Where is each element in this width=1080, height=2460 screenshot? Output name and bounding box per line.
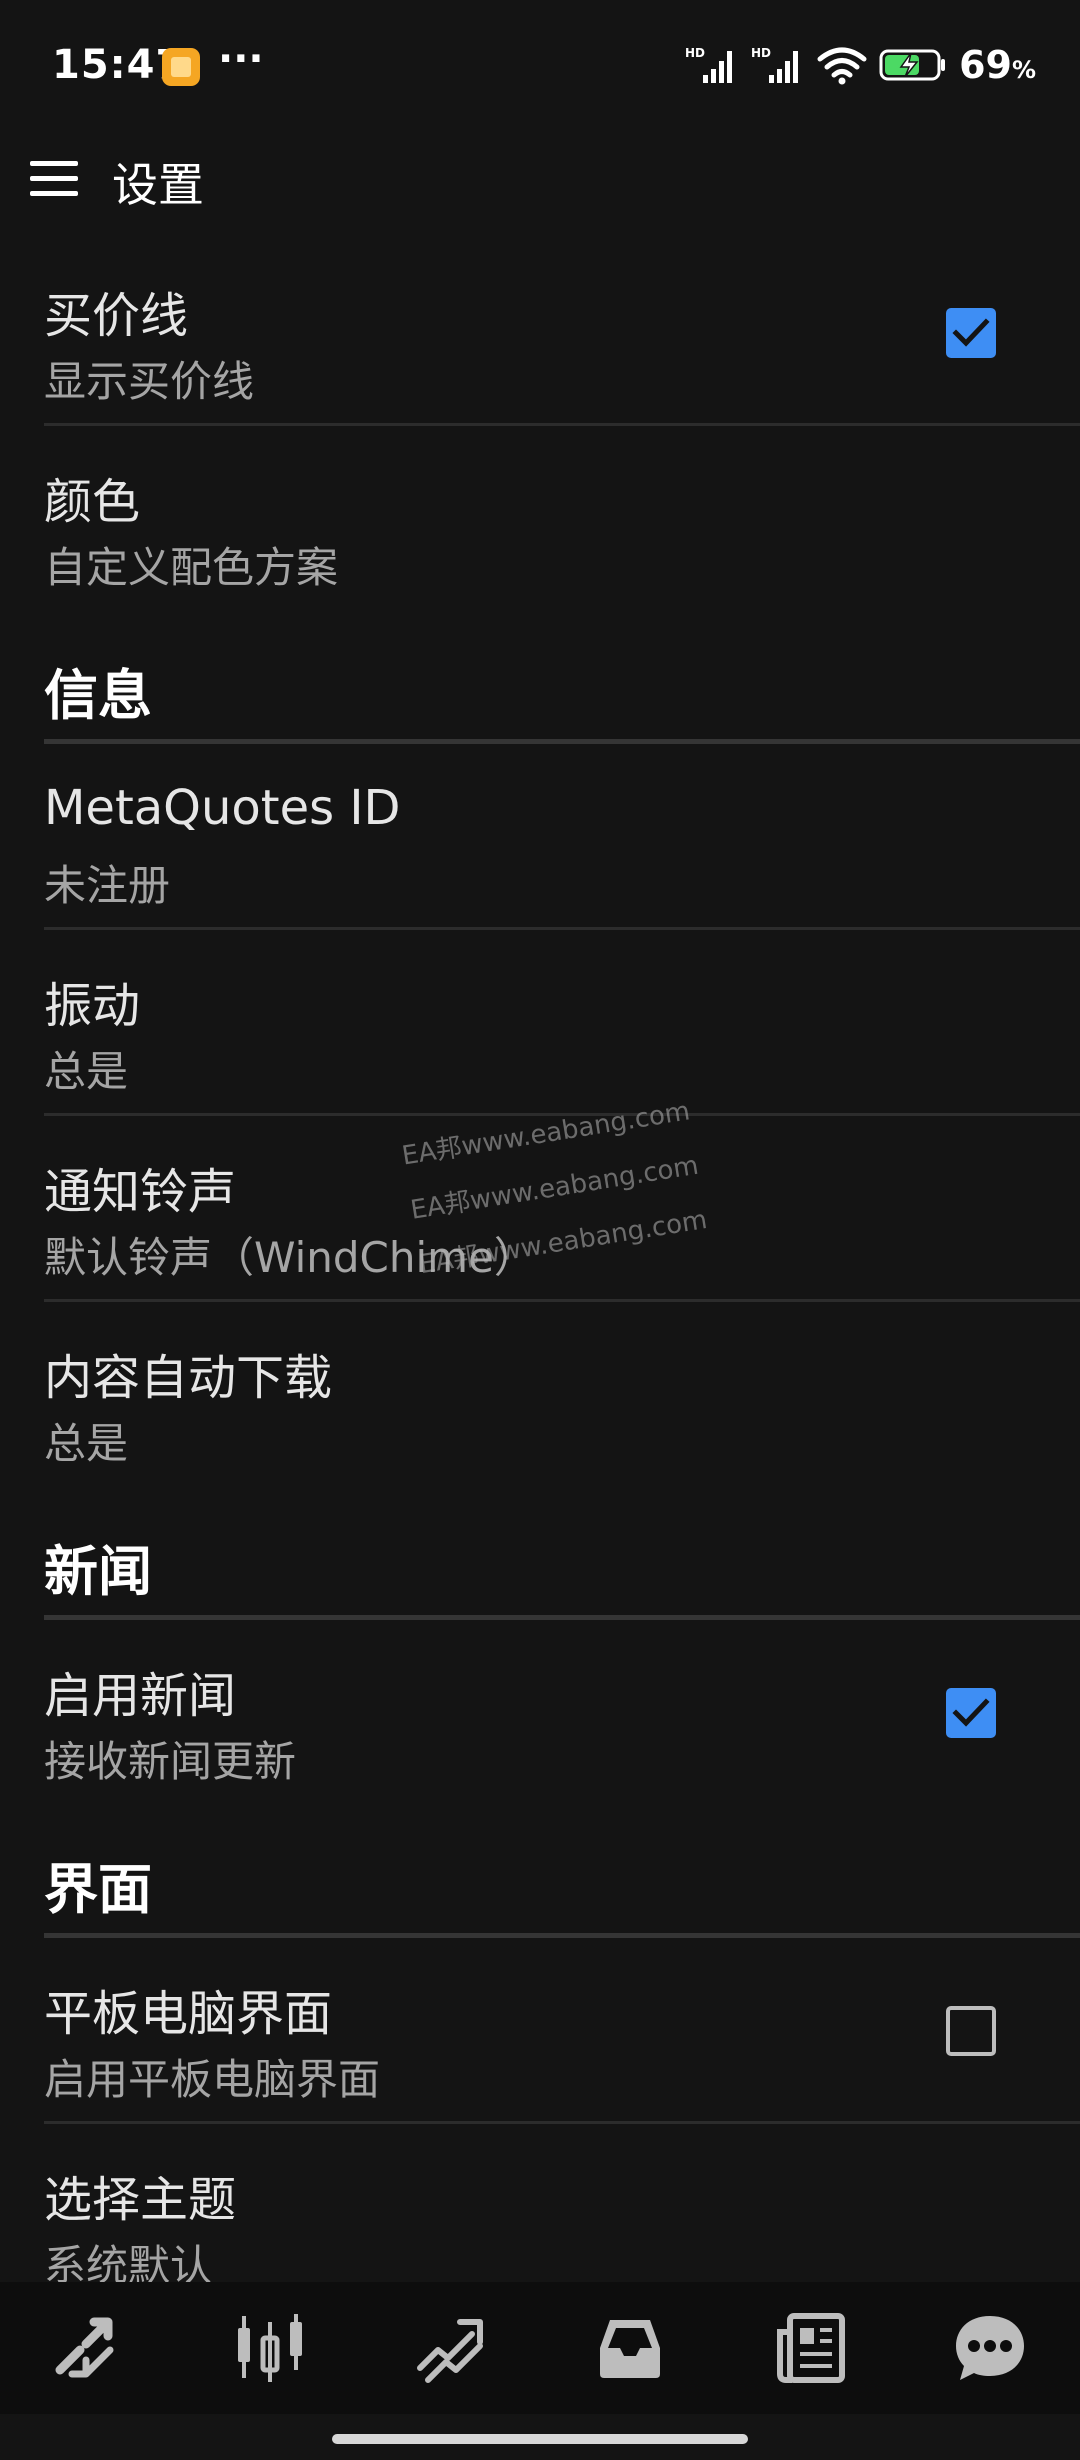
checkmark-icon [952, 1698, 990, 1727]
status-bar: 15:47 ··· HD HD 69% [0, 0, 1080, 135]
setting-vibration[interactable]: 振动 总是 [44, 930, 1080, 1116]
nav-mailbox[interactable] [570, 2288, 690, 2408]
trade-icon [417, 2319, 483, 2383]
section-header-info: 信息 [44, 609, 1080, 744]
tablet-interface-checkbox[interactable] [946, 2006, 996, 2056]
setting-subtitle: 启用平板电脑界面 [44, 2055, 381, 2104]
wifi-icon [817, 47, 867, 85]
svg-text:HD: HD [685, 46, 705, 60]
section-title: 信息 [44, 664, 152, 727]
svg-text:HD: HD [751, 46, 771, 60]
setting-colors[interactable]: 颜色 自定义配色方案 [44, 426, 1080, 609]
app-bar: 设置 [0, 135, 1080, 225]
home-indicator[interactable] [332, 2434, 748, 2444]
notification-app-icon [162, 48, 200, 86]
battery-icon [879, 49, 946, 81]
setting-metaquotes-id[interactable]: MetaQuotes ID 未注册 [44, 744, 1080, 930]
setting-subtitle: 接收新闻更新 [44, 1737, 297, 1786]
setting-title: 平板电脑界面 [44, 1986, 333, 2042]
setting-subtitle: 总是 [44, 1047, 129, 1096]
signal-hd-icon-2: HD [751, 46, 799, 83]
setting-title: MetaQuotes ID [44, 780, 401, 836]
setting-subtitle: 自定义配色方案 [44, 543, 339, 592]
section-title: 界面 [44, 1858, 152, 1921]
setting-subtitle: 总是 [44, 1419, 129, 1468]
nav-news[interactable] [750, 2288, 870, 2408]
more-notifications-icon: ··· [218, 36, 264, 82]
nav-chart[interactable] [210, 2288, 330, 2408]
setting-theme[interactable]: 选择主题 系统默认 [44, 2124, 1080, 2307]
setting-title: 通知铃声 [44, 1164, 237, 1220]
setting-subtitle: 显示买价线 [44, 357, 255, 406]
page-title: 设置 [112, 158, 204, 212]
ask-line-checkbox[interactable] [946, 308, 996, 358]
setting-auto-download[interactable]: 内容自动下载 总是 [44, 1302, 1080, 1485]
quotes-icon [55, 2317, 114, 2378]
setting-ask-line[interactable]: 买价线 显示买价线 [44, 240, 1080, 426]
status-indicators: HD HD 69% [685, 40, 1036, 90]
setting-title: 启用新闻 [44, 1668, 237, 1724]
setting-title: 颜色 [44, 474, 141, 530]
chart-icon [238, 2314, 302, 2382]
setting-title: 内容自动下载 [44, 1350, 333, 1406]
news-icon [777, 2313, 845, 2383]
setting-notification-sound[interactable]: 通知铃声 默认铃声（WindChime） [44, 1116, 1080, 1302]
nav-quotes[interactable] [30, 2288, 150, 2408]
checkmark-icon [952, 318, 990, 347]
signal-hd-icon: HD [685, 46, 733, 83]
hamburger-menu-icon[interactable] [22, 147, 86, 211]
section-header-news: 新闻 [44, 1485, 1080, 1620]
bottom-navigation [0, 2282, 1080, 2414]
setting-title: 选择主题 [44, 2172, 237, 2228]
nav-chat[interactable] [930, 2288, 1050, 2408]
setting-subtitle: 默认铃声（WindChime） [44, 1233, 536, 1282]
section-header-interface: 界面 [44, 1803, 1080, 1938]
setting-title: 买价线 [44, 288, 189, 344]
settings-list: 买价线 显示买价线 颜色 自定义配色方案 信息 MetaQuotes ID 未注… [0, 240, 1080, 2307]
chat-icon [956, 2316, 1024, 2380]
battery-level: 69% [959, 43, 1036, 87]
setting-subtitle: 未注册 [44, 861, 171, 910]
setting-tablet-interface[interactable]: 平板电脑界面 启用平板电脑界面 [44, 1938, 1080, 2124]
mailbox-icon [600, 2320, 660, 2378]
setting-enable-news[interactable]: 启用新闻 接收新闻更新 [44, 1620, 1080, 1803]
enable-news-checkbox[interactable] [946, 1688, 996, 1738]
setting-title: 振动 [44, 978, 141, 1034]
nav-trade[interactable] [390, 2288, 510, 2408]
section-title: 新闻 [44, 1540, 152, 1603]
